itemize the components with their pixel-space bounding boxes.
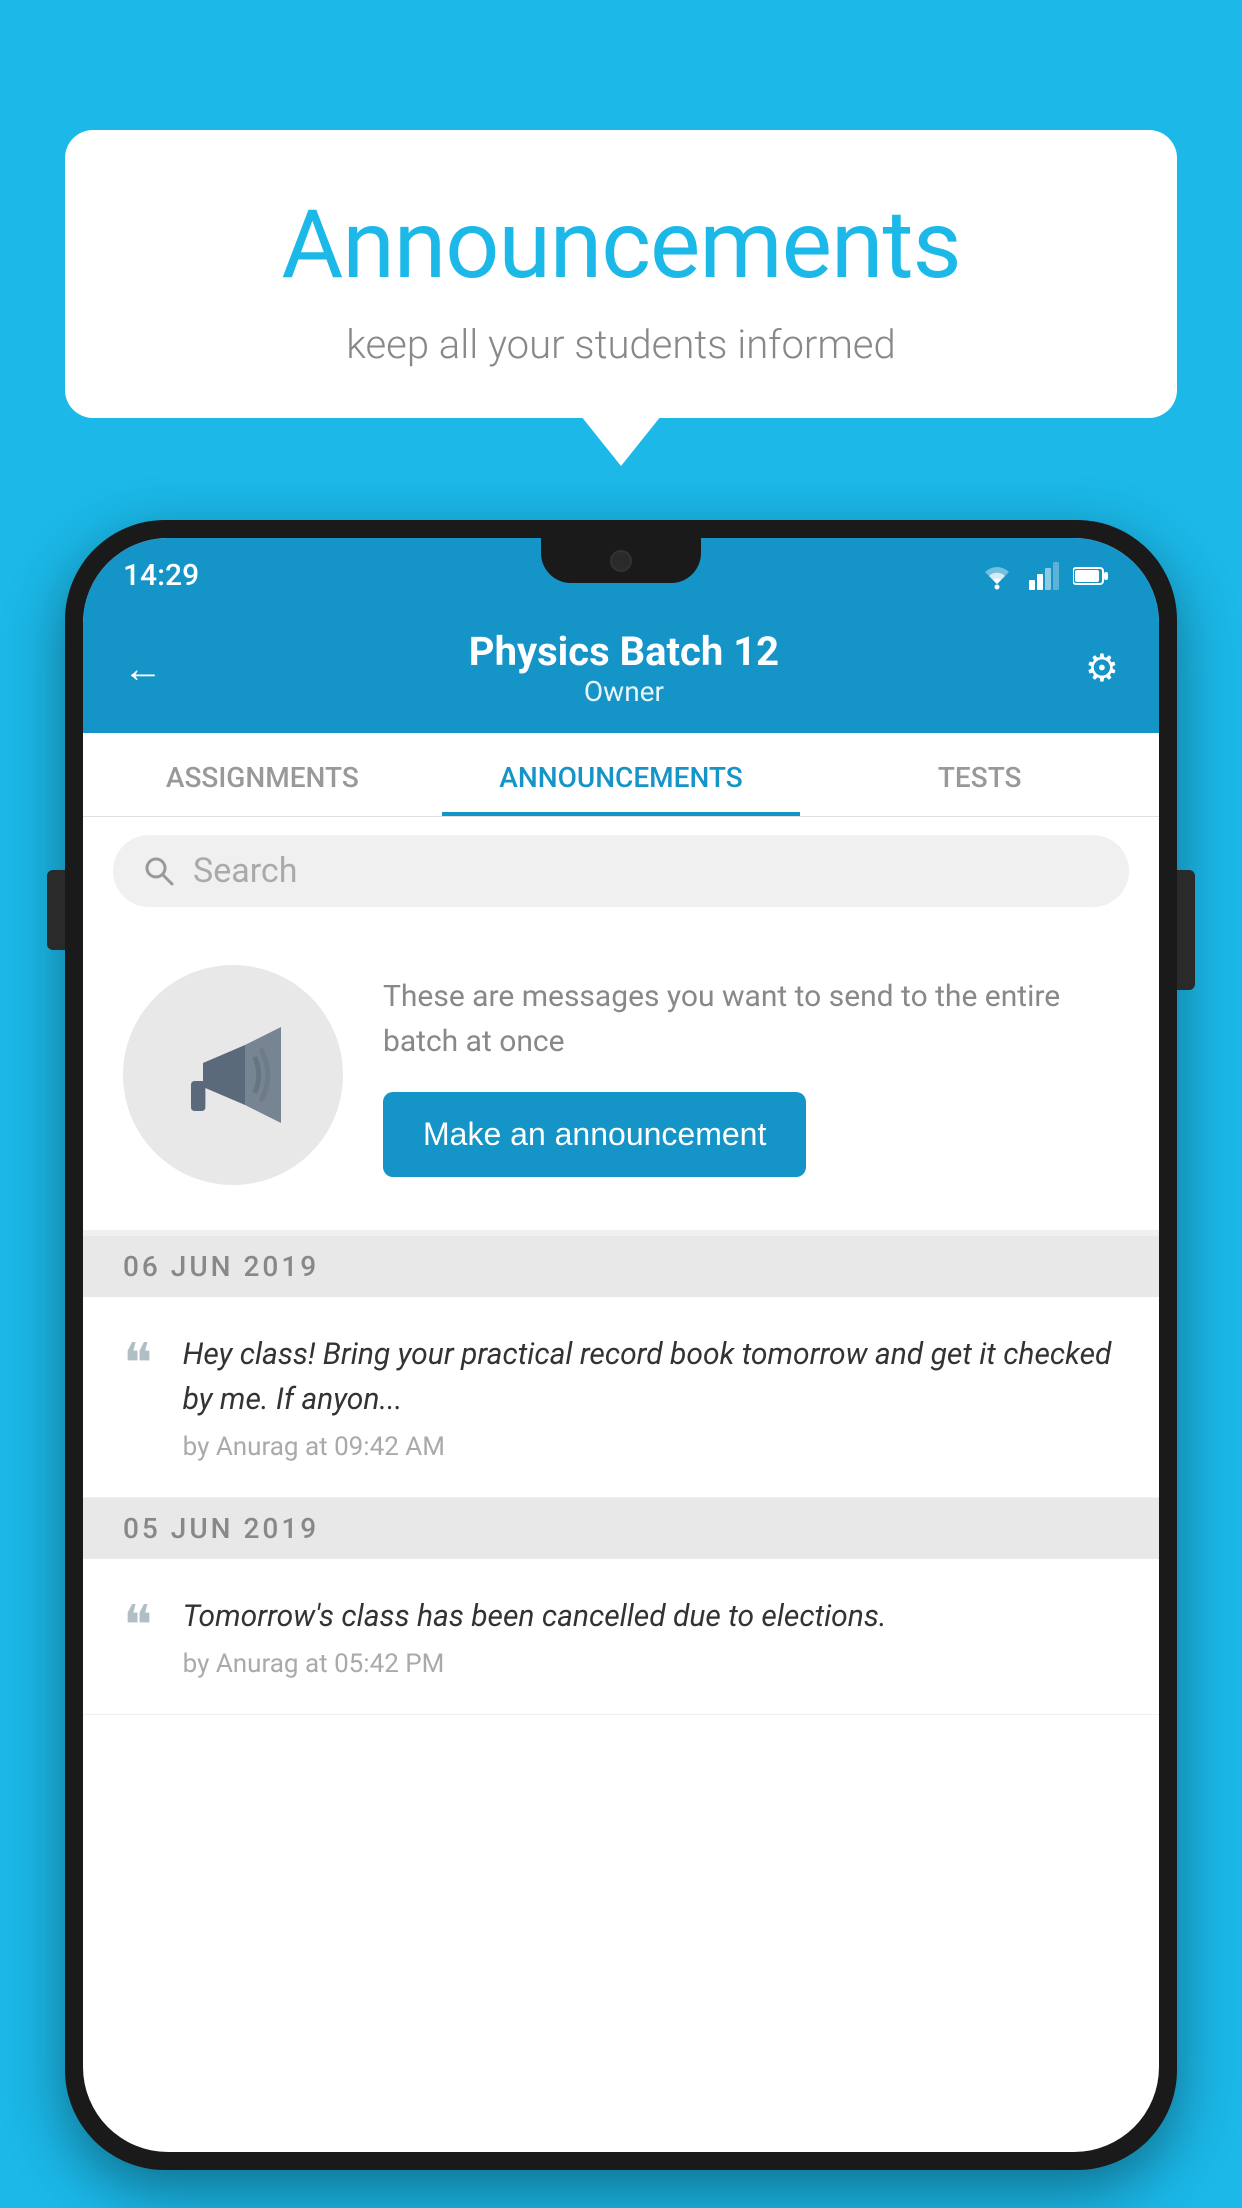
promo-content: These are messages you want to send to t… — [383, 974, 1119, 1177]
phone-notch — [541, 538, 701, 583]
tab-tests[interactable]: TESTS — [800, 733, 1159, 816]
camera — [610, 550, 632, 572]
phone-inner: 14:29 — [83, 538, 1159, 2152]
announcement-content-1: Hey class! Bring your practical record b… — [183, 1332, 1119, 1462]
header-title-wrap: Physics Batch 12 Owner — [163, 628, 1085, 708]
phone-outer: 14:29 — [65, 520, 1177, 2170]
announcement-text-1: Hey class! Bring your practical record b… — [183, 1332, 1119, 1422]
announcement-text-2: Tomorrow's class has been cancelled due … — [183, 1594, 887, 1639]
phone-wrapper: 14:29 — [65, 520, 1177, 2170]
search-icon — [143, 855, 175, 887]
header-subtitle: Owner — [163, 675, 1085, 708]
status-time: 14:29 — [123, 558, 199, 593]
promo-description: These are messages you want to send to t… — [383, 974, 1119, 1064]
announcement-item-2[interactable]: ❝ Tomorrow's class has been cancelled du… — [83, 1559, 1159, 1715]
app-header: ← Physics Batch 12 Owner ⚙ — [83, 608, 1159, 733]
search-bar[interactable]: Search — [113, 835, 1129, 907]
speech-bubble: Announcements keep all your students inf… — [65, 130, 1177, 418]
header-title: Physics Batch 12 — [163, 628, 1085, 675]
search-bar-wrap: Search — [83, 817, 1159, 925]
tab-bar: ASSIGNMENTS ANNOUNCEMENTS TESTS — [83, 733, 1159, 817]
announcement-item-1[interactable]: ❝ Hey class! Bring your practical record… — [83, 1297, 1159, 1498]
megaphone-icon — [173, 1015, 293, 1135]
promo-section: These are messages you want to send to t… — [83, 925, 1159, 1236]
announcement-content-2: Tomorrow's class has been cancelled due … — [183, 1594, 887, 1679]
announcement-meta-2: by Anurag at 05:42 PM — [183, 1649, 887, 1679]
make-announcement-button[interactable]: Make an announcement — [383, 1092, 806, 1177]
tab-announcements[interactable]: ANNOUNCEMENTS — [442, 733, 801, 816]
signal-icon — [1029, 562, 1059, 590]
battery-icon — [1073, 565, 1109, 587]
announcement-meta-1: by Anurag at 09:42 AM — [183, 1432, 1119, 1462]
date-separator-1: 06 JUN 2019 — [83, 1236, 1159, 1297]
settings-button[interactable]: ⚙ — [1085, 646, 1119, 691]
speech-bubble-wrapper: Announcements keep all your students inf… — [65, 130, 1177, 418]
back-button[interactable]: ← — [123, 645, 163, 692]
announcements-subtitle: keep all your students informed — [105, 321, 1137, 368]
announcements-heading: Announcements — [105, 190, 1137, 301]
quote-icon-2: ❝ — [123, 1599, 153, 1654]
wifi-icon — [979, 562, 1015, 590]
tab-assignments[interactable]: ASSIGNMENTS — [83, 733, 442, 816]
date-separator-2: 05 JUN 2019 — [83, 1498, 1159, 1559]
status-icons — [979, 562, 1109, 590]
promo-icon-wrap — [123, 965, 343, 1185]
search-placeholder: Search — [193, 851, 297, 891]
quote-icon-1: ❝ — [123, 1337, 153, 1392]
